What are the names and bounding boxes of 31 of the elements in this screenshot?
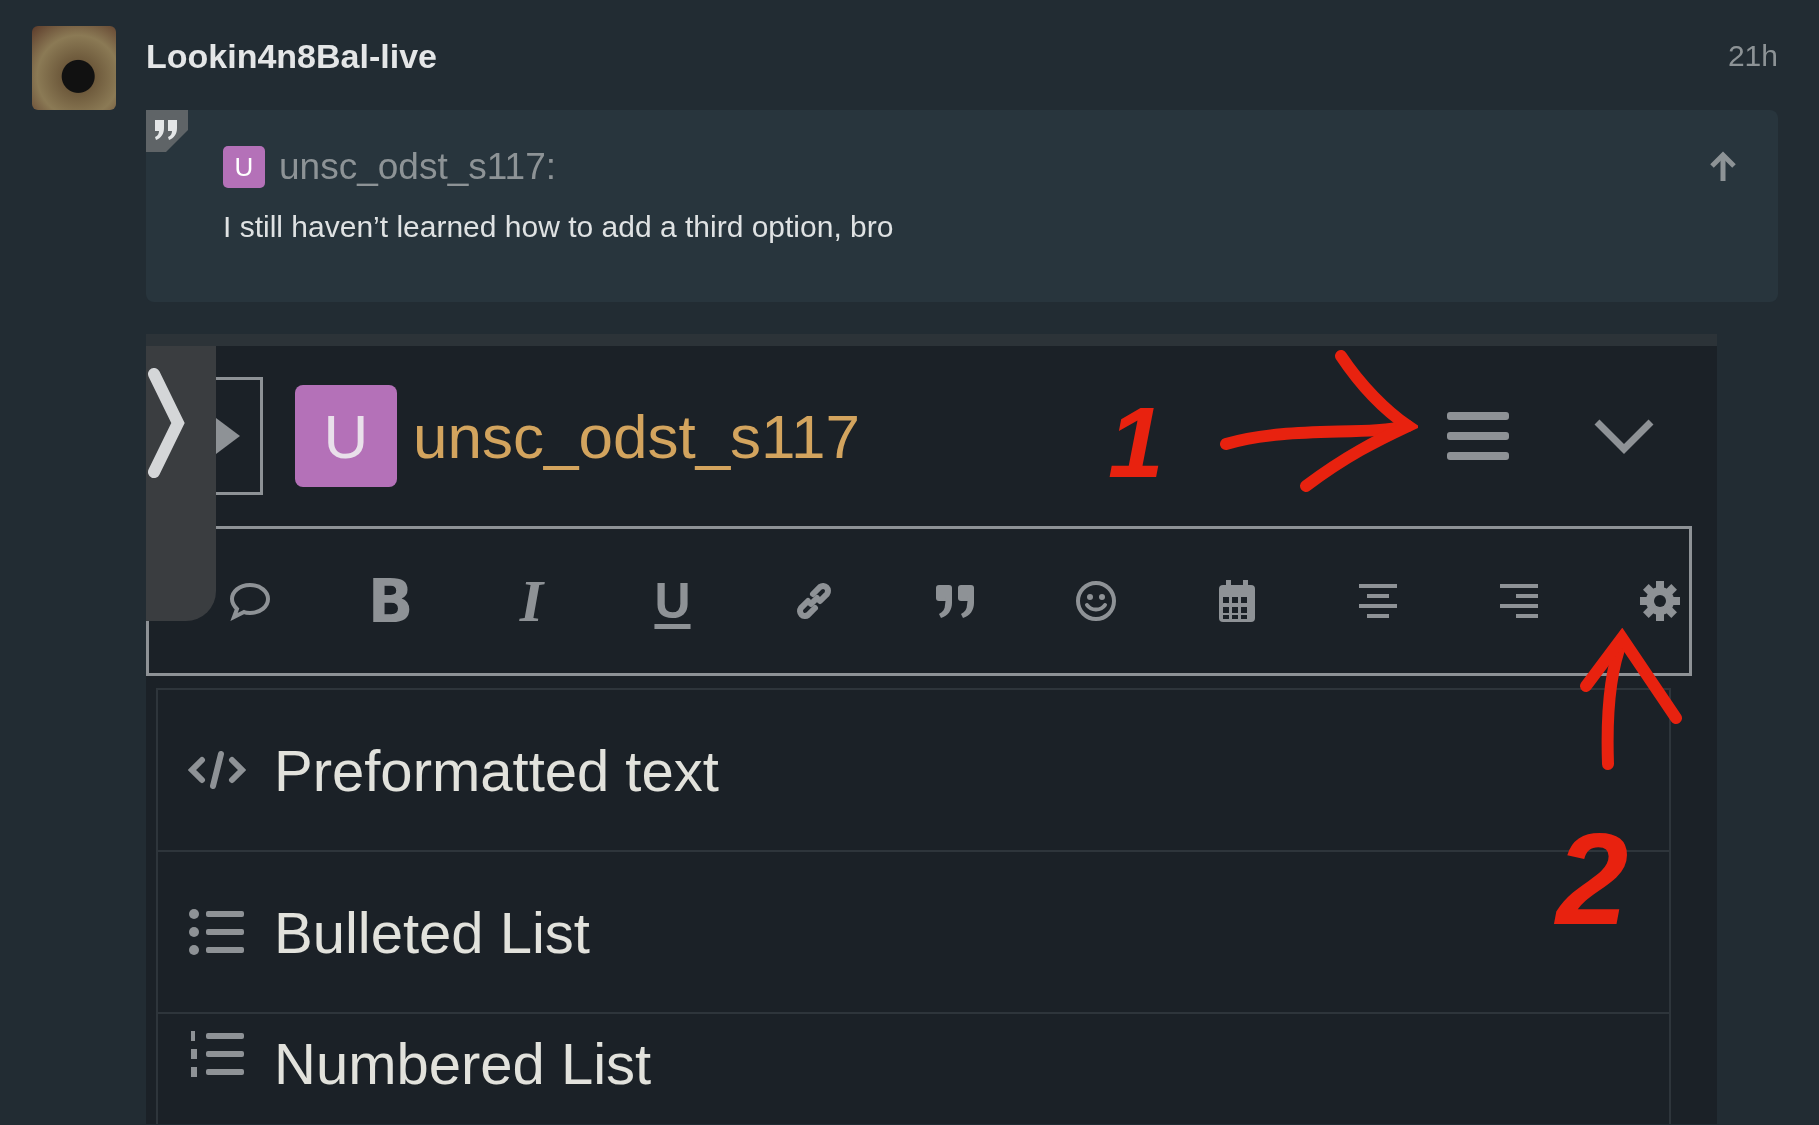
calendar-icon[interactable]	[1216, 579, 1257, 623]
bulleted-list-icon	[188, 908, 246, 956]
post-time[interactable]: 21h	[1727, 39, 1778, 73]
quote-author[interactable]: unsc_odst_s117:	[279, 146, 1694, 188]
annotation-number: 2	[1556, 814, 1629, 944]
user-avatar: U	[295, 385, 397, 487]
chevron-down-icon[interactable]	[1593, 418, 1655, 454]
bold-button[interactable]: B	[320, 571, 461, 631]
menu-item[interactable]: Bulleted List	[274, 898, 590, 966]
side-panel-tab[interactable]	[146, 346, 216, 621]
chat-bubble-icon[interactable]	[227, 581, 272, 621]
annotation-number: 1	[1108, 392, 1164, 492]
quote-text: I still haven’t learned how to add a third option, bro	[223, 210, 895, 244]
chevron-right-icon[interactable]	[146, 368, 186, 478]
settings-icon[interactable]	[1639, 581, 1680, 621]
numbered-list-icon	[188, 1030, 246, 1078]
underline-button[interactable]: U	[602, 576, 743, 626]
user-avatar: U	[223, 146, 265, 188]
menu-item[interactable]: Preformatted text	[274, 736, 719, 804]
username[interactable]: unsc_odst_s117	[413, 400, 860, 472]
arrow-up-icon[interactable]	[1708, 151, 1738, 183]
quote-icon[interactable]	[933, 583, 976, 619]
menu-item[interactable]: Numbered List	[274, 1030, 652, 1097]
italic-button[interactable]: I	[461, 571, 602, 631]
align-center-icon[interactable]	[1357, 581, 1398, 621]
code-icon	[188, 750, 246, 790]
smiley-icon[interactable]	[1073, 579, 1118, 623]
align-right-icon[interactable]	[1498, 581, 1539, 621]
username[interactable]: Lookin4n8Bal-live	[146, 36, 437, 76]
avatar-photo[interactable]	[32, 26, 116, 110]
menu-icon[interactable]	[1447, 410, 1509, 462]
